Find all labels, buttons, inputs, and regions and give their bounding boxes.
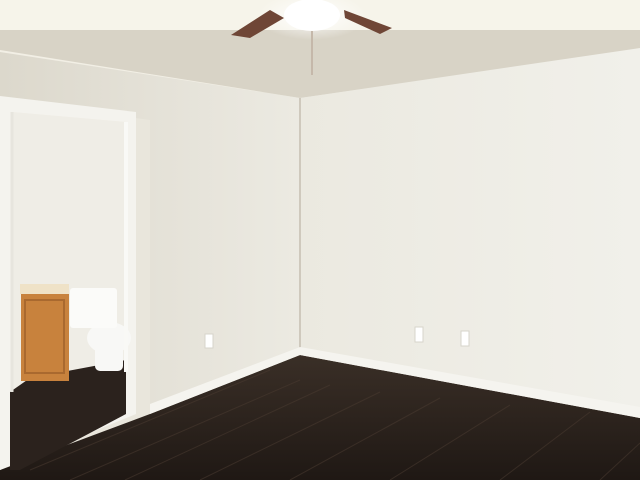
- outlet-left: [204, 333, 214, 349]
- bathroom-counter: [20, 284, 69, 294]
- doorway-group: [0, 96, 136, 470]
- bathroom-vanity: [21, 292, 69, 381]
- outlet-right: [460, 330, 470, 347]
- toilet-base: [95, 337, 123, 371]
- room-scene: [0, 0, 640, 480]
- fan-motor: [284, 0, 340, 31]
- outlet-center: [414, 326, 424, 343]
- toilet-tank: [70, 288, 117, 328]
